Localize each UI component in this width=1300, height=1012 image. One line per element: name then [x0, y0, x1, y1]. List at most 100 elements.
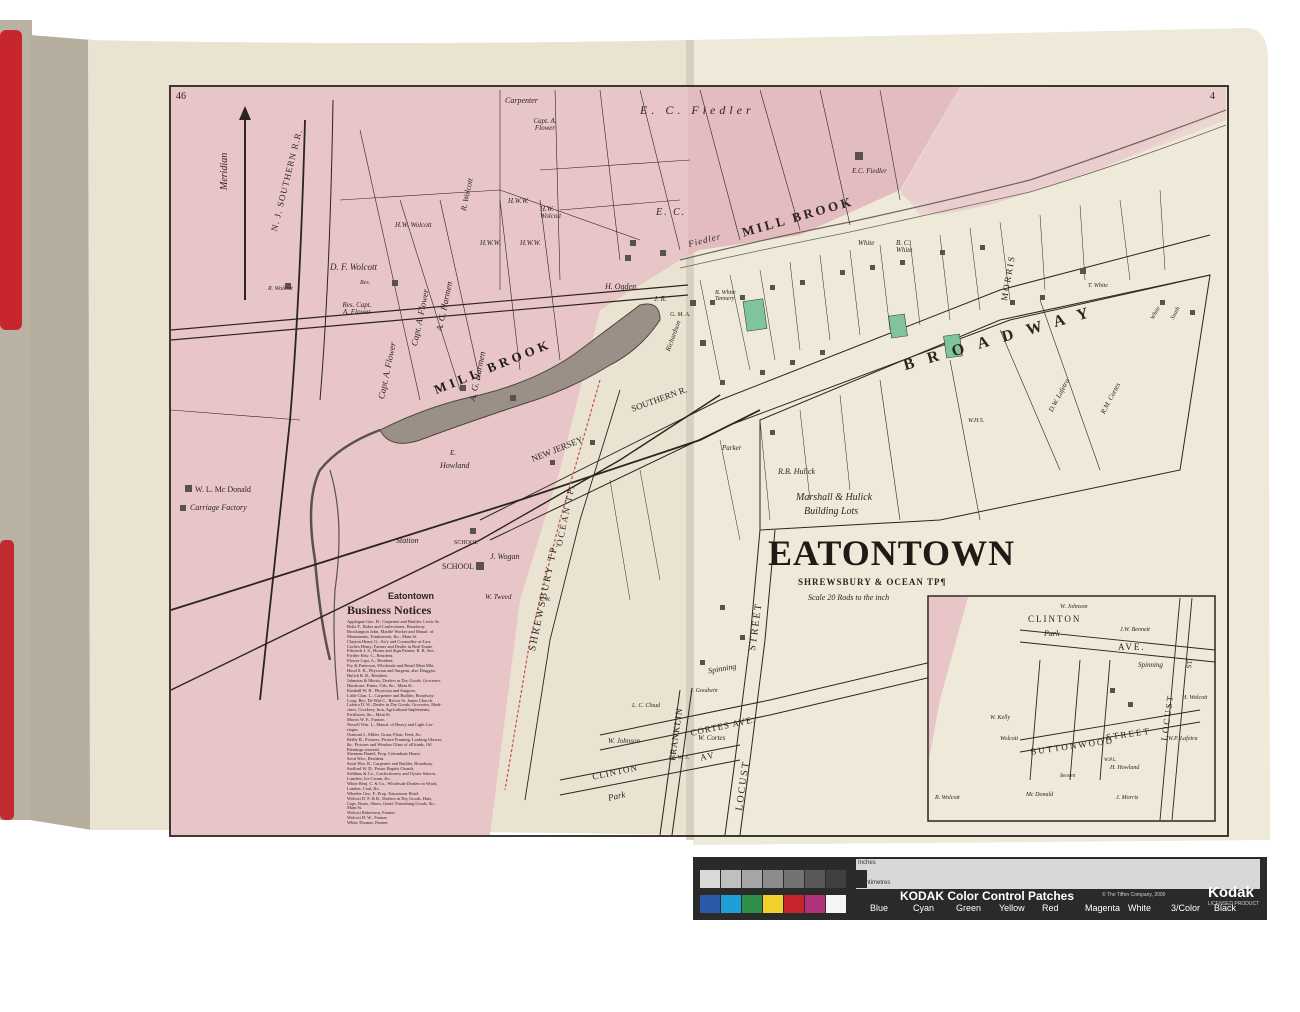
kodak-inches-label: Inches: [858, 860, 876, 866]
owner-ec-fiedler-top: E. C. Fiedler: [640, 103, 755, 117]
inset-h-wolcott: H. Wolcott: [1182, 695, 1208, 701]
owner-howland: Howland: [440, 461, 470, 470]
owner-hww-2: H.W.W.: [480, 239, 501, 247]
color-patch-green: [742, 895, 762, 913]
meridian-label: Meridian: [219, 152, 230, 190]
owner-bc-white: B. C. White: [896, 239, 913, 254]
red-ribbon-lower: [0, 540, 14, 820]
owner-school: SCHOOL: [442, 562, 475, 571]
red-ribbon-upper: [0, 30, 22, 330]
owner-marshall-hulick: Marshall & Hulick: [796, 492, 873, 503]
gray-patch: [700, 870, 720, 888]
inset-wolcott: Wolcott: [1000, 736, 1019, 742]
page-number-left: 46: [176, 91, 186, 102]
owner-building-lots: Building Lots: [804, 506, 859, 517]
gray-patch: [763, 870, 783, 888]
kodak-copyright: © The Tiffen Company, 2000: [1102, 892, 1166, 898]
color-patch-red: [784, 895, 804, 913]
owner-lc-cloud: L. C. Cloud: [632, 703, 661, 709]
owner-hw-wolcott-2: H.W. Wolcott: [540, 205, 562, 220]
kodak-brand-logo: Kodak: [1208, 884, 1254, 901]
inset-r-wolcott: R. Wolcott: [935, 795, 960, 801]
patch-name-label: 3/Color: [1171, 903, 1201, 913]
kodak-ruler: [856, 859, 1260, 889]
business-notice-entry: White Thomas, Farmer.: [347, 821, 389, 826]
owner-df-wolcott: D. F. Wolcott: [330, 262, 378, 272]
owner-whs: W.H.S.: [968, 418, 985, 424]
owner-res-1: Res.: [360, 280, 371, 286]
patch-name-label: Red: [1042, 903, 1059, 913]
inset-wp-lafetra: W.P. Lafetra: [1168, 736, 1198, 742]
owner-ec: E. C.: [656, 207, 687, 218]
inset-st: ST.: [1185, 658, 1195, 669]
owner-j-wogan: J. Wogan: [490, 552, 520, 561]
owner-j-goodwin: J. Goodwin: [690, 688, 718, 694]
inset-jw-bennett: J.W. Bennett: [1120, 627, 1150, 633]
inset-clinton: CLINTON: [1028, 614, 1082, 624]
owner-wl-mcdonald: W. L. Mc Donald: [195, 485, 251, 494]
color-patch-yellow: [763, 895, 783, 913]
owner-w-johnson: W. Johnson: [608, 737, 641, 745]
inset-h-howland: H. Howland: [1110, 765, 1140, 771]
inset-park: Park: [1044, 629, 1060, 638]
patch-name-label: White: [1128, 903, 1152, 913]
owner-jr: J. R.: [654, 295, 667, 303]
patch-name-label: Blue: [870, 903, 889, 913]
color-patch-blue: [700, 895, 720, 913]
township-label: SHREWSBURY & OCEAN TP¶: [798, 577, 947, 587]
gray-patch: [742, 870, 762, 888]
owner-jw-j: J. W. J.: [672, 755, 690, 761]
owner-w-cortes: W. Cortes: [698, 734, 726, 742]
owner-carriage-factory: Carriage Factory: [190, 503, 247, 512]
owner-t-white: T. White: [1088, 283, 1108, 289]
kodak-title: KODAK Color Control Patches: [900, 889, 1075, 903]
owner-hww-1: H.W.W.: [508, 197, 529, 205]
gray-patch: [721, 870, 741, 888]
owner-ec-fiedler-house: E.C. Fiedler: [852, 167, 887, 175]
owner-hw-wolcott-1: H.W. Wolcott: [395, 221, 432, 229]
patch-name-label: Cyan: [913, 903, 935, 913]
gray-patch: [826, 870, 846, 888]
patch-name-label: Magenta: [1085, 903, 1121, 913]
inset-j-morris: J. Morris: [1116, 795, 1139, 801]
scale-note: Scale 20 Rods to the inch: [808, 593, 890, 602]
north-arrow-icon: [239, 106, 251, 120]
business-notices-town: Eatontown: [388, 591, 434, 601]
owner-ogden: H. Ogden: [605, 282, 637, 291]
owner-school-small: SCHOOL: [454, 540, 479, 546]
patch-name-label: Yellow: [999, 903, 1025, 913]
page-number-right: 4: [1210, 91, 1215, 102]
owner-hww-3: H.W.W.: [520, 239, 541, 247]
inset-spinning: Spinning: [1138, 661, 1163, 669]
owner-e: E.: [450, 449, 457, 457]
patch-name-label: Green: [956, 903, 982, 913]
owner-w-tweed: W. Tweed: [485, 593, 512, 601]
owner-lw: L.W.: [540, 597, 551, 603]
color-patch-cyan: [721, 895, 741, 913]
map-scan: Meridian 46 4 EATONTOWN SHREWSBURY & OCE…: [0, 0, 1300, 1007]
inset-bennett: Bennett: [1060, 774, 1076, 779]
business-notices-list: Applegate Geo. H., Carpenter and Builder…: [347, 620, 507, 826]
owner-white: White: [858, 239, 875, 247]
owner-res-capt-flower: Res. Capt. A. Flower: [342, 301, 372, 316]
color-patch-magenta: [805, 895, 825, 913]
owner-carpenter: Carpenter: [505, 96, 538, 105]
owner-gma: G. M. A.: [670, 312, 691, 318]
owner-b-white-tannery: B. White Tannery: [715, 290, 736, 302]
binding-shadow: [30, 35, 92, 830]
gray-patch: [847, 870, 867, 888]
inset-wpl: W.P.L.: [1104, 758, 1117, 763]
business-notices-heading: Business Notices: [347, 603, 432, 617]
gray-patch: [805, 870, 825, 888]
owner-station: Station: [396, 536, 419, 545]
inset-w-johnson: W. Johnson: [1060, 604, 1088, 610]
town-title: EATONTOWN: [768, 533, 1016, 573]
inset-ave: AVE.: [1118, 642, 1146, 652]
inset-w-kelly: W. Kelly: [990, 715, 1011, 721]
patch-name-label: Black: [1214, 903, 1237, 913]
owner-r-wolcott-res: R. Wolcott: [268, 286, 293, 292]
gray-patch: [784, 870, 804, 888]
owner-parker: Parker: [722, 444, 742, 452]
color-patch-white: [826, 895, 846, 913]
owner-capt-flower-top: Capt. A. Flower: [533, 117, 557, 132]
